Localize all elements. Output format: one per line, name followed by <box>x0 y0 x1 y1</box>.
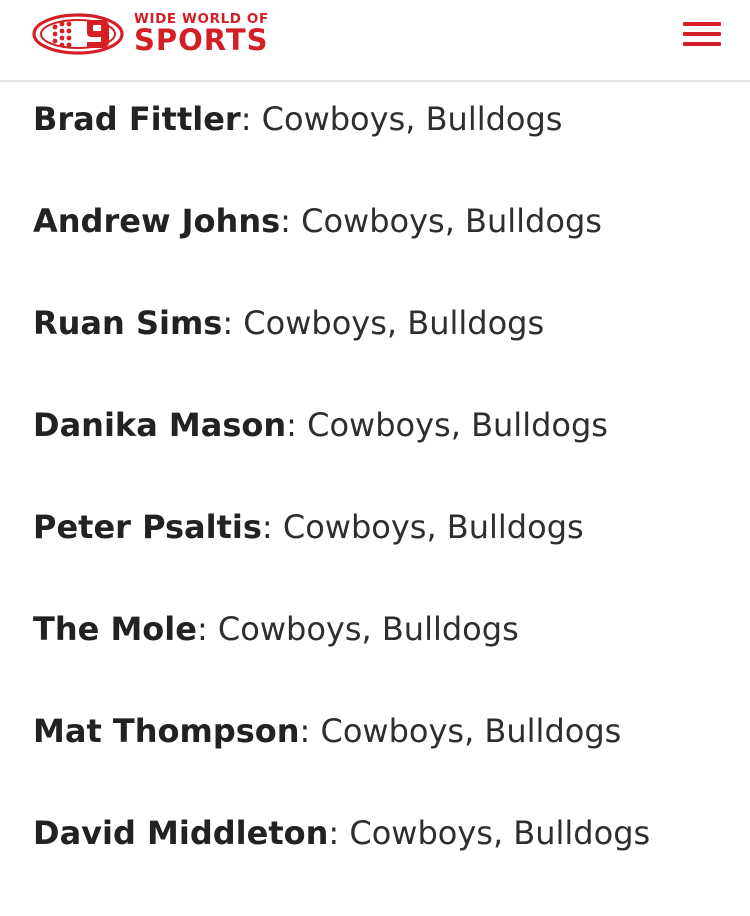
list-item: Andrew Johns: Cowboys, Bulldogs <box>33 202 733 304</box>
tipster-picks: Cowboys, Bulldogs <box>282 508 584 546</box>
separator: : <box>261 508 283 546</box>
list-item: Mat Thompson: Cowboys, Bulldogs <box>33 712 733 814</box>
site-logo[interactable]: WIDE WORLD OF SPORTS <box>31 11 269 56</box>
list-item: The Mole: Cowboys, Bulldogs <box>33 610 733 712</box>
tipster-name: Mat Thompson <box>33 712 300 750</box>
tipster-picks: Cowboys, Bulldogs <box>349 814 651 852</box>
menu-bar <box>683 42 721 46</box>
tipster-picks: Cowboys, Bulldogs <box>307 406 608 444</box>
menu-bar <box>683 22 721 26</box>
separator: : <box>286 406 308 444</box>
tipster-name: The Mole <box>33 610 197 648</box>
tipster-picks: Cowboys, Bulldogs <box>261 100 563 138</box>
separator: : <box>240 100 262 138</box>
tipster-name: Peter Psaltis <box>33 508 262 546</box>
hamburger-menu-icon[interactable] <box>683 22 721 48</box>
separator: : <box>299 712 321 750</box>
tipster-name: Brad Fittler <box>33 100 241 138</box>
tipster-name: Ruan Sims <box>33 304 223 342</box>
list-item: David Middleton: Cowboys, Bulldogs <box>33 814 733 916</box>
tipster-name: Danika Mason <box>33 406 287 444</box>
tipster-name: Andrew Johns <box>33 202 281 240</box>
separator: : <box>196 610 218 648</box>
list-item: Danika Mason: Cowboys, Bulldogs <box>33 406 733 508</box>
logo-wordmark: SPORTS <box>134 22 269 57</box>
list-item: Ruan Sims: Cowboys, Bulldogs <box>33 304 733 406</box>
tipster-picks: Cowboys, Bulldogs <box>243 304 545 342</box>
menu-bar <box>683 32 721 36</box>
nine-network-logo-icon <box>32 12 124 55</box>
separator: : <box>222 304 244 342</box>
tipster-name: David Middleton <box>33 814 329 852</box>
list-item: Peter Psaltis: Cowboys, Bulldogs <box>33 508 733 610</box>
site-header: WIDE WORLD OF SPORTS <box>0 0 750 82</box>
tips-list: Brad Fittler: Cowboys, Bulldogs Andrew J… <box>33 100 733 916</box>
tipster-picks: Cowboys, Bulldogs <box>217 610 519 648</box>
list-item: Brad Fittler: Cowboys, Bulldogs <box>33 100 733 202</box>
separator: : <box>328 814 350 852</box>
tipster-picks: Cowboys, Bulldogs <box>301 202 602 240</box>
tipster-picks: Cowboys, Bulldogs <box>320 712 622 750</box>
separator: : <box>280 202 302 240</box>
